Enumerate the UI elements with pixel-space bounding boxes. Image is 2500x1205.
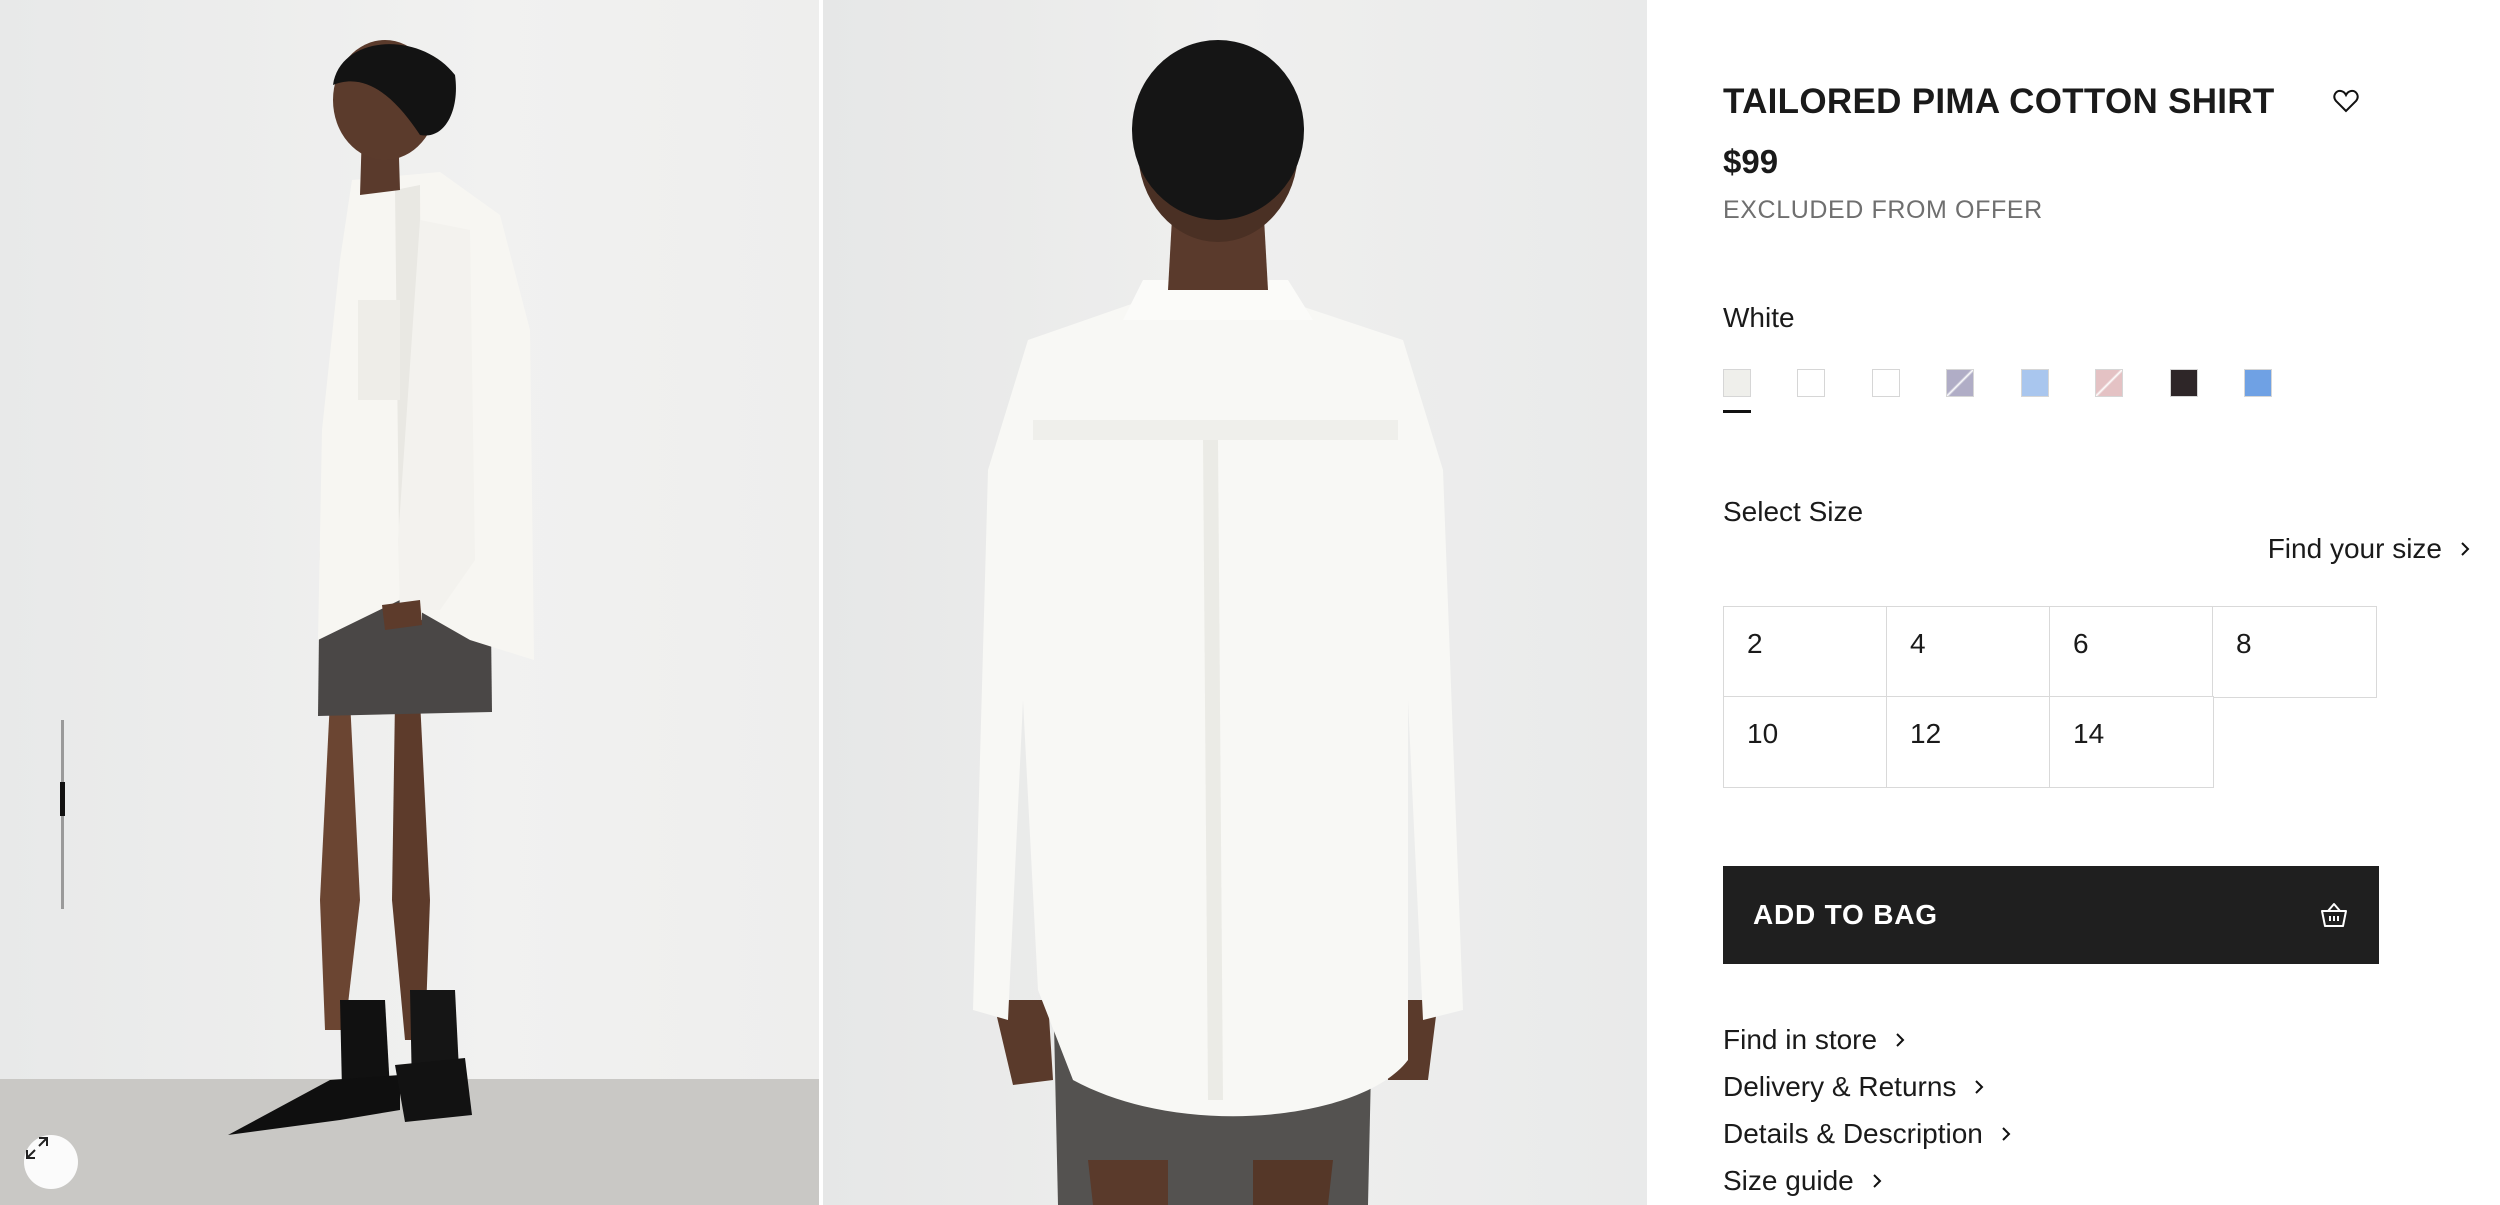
color-swatch-1[interactable] bbox=[1723, 369, 1751, 397]
find-in-store-link[interactable]: Find in store bbox=[1723, 1016, 2011, 1063]
product-info-links: Find in store Delivery & Returns Details… bbox=[1723, 1016, 2011, 1204]
color-swatch-8[interactable] bbox=[2244, 369, 2272, 397]
size-guide-link[interactable]: Size guide bbox=[1723, 1157, 2011, 1204]
find-your-size-label: Find your size bbox=[2267, 533, 2442, 564]
add-to-bag-label: ADD TO BAG bbox=[1753, 899, 1938, 930]
size-option-14[interactable]: 14 bbox=[2049, 696, 2214, 788]
chevron-right-icon bbox=[1975, 1079, 1984, 1094]
size-option-12[interactable]: 12 bbox=[1886, 696, 2051, 788]
selected-color-name: White bbox=[1723, 302, 1795, 333]
selected-swatch-indicator bbox=[1723, 410, 1751, 413]
wishlist-button[interactable] bbox=[2331, 86, 2361, 116]
color-swatch-4[interactable] bbox=[1946, 369, 1974, 397]
color-swatch-3[interactable] bbox=[1872, 369, 1900, 397]
delivery-returns-label: Delivery & Returns bbox=[1723, 1070, 1957, 1102]
size-option-2[interactable]: 2 bbox=[1723, 606, 1888, 698]
offer-exclusion-note: EXCLUDED FROM OFFER bbox=[1723, 196, 2043, 224]
product-details-panel: TAILORED PIMA COTTON SHIRT $99 EXCLUDED … bbox=[1647, 0, 2500, 1205]
add-to-bag-button[interactable]: ADD TO BAG bbox=[1723, 866, 2379, 964]
color-swatch-5[interactable] bbox=[2021, 369, 2049, 397]
shopping-basket-icon bbox=[2321, 903, 2347, 927]
chevron-right-icon bbox=[2461, 542, 2470, 556]
size-option-4[interactable]: 4 bbox=[1886, 606, 2051, 698]
chevron-right-icon bbox=[1873, 1173, 1882, 1188]
size-options-grid: 2 4 6 8 10 12 14 bbox=[1723, 606, 2379, 788]
color-swatch-6[interactable] bbox=[2095, 369, 2123, 397]
details-description-label: Details & Description bbox=[1723, 1117, 1983, 1149]
size-guide-label: Size guide bbox=[1723, 1164, 1854, 1196]
heart-icon bbox=[2333, 89, 2359, 113]
model-side-illustration bbox=[228, 40, 534, 1135]
size-option-8[interactable]: 8 bbox=[2212, 606, 2377, 698]
expand-icon bbox=[26, 1137, 48, 1159]
product-image-side[interactable] bbox=[0, 0, 819, 1205]
chevron-right-icon bbox=[2002, 1126, 2011, 1141]
select-size-label: Select Size bbox=[1723, 496, 1864, 527]
gallery-scroll-thumb[interactable] bbox=[60, 782, 65, 816]
product-price: $99 bbox=[1723, 143, 1779, 180]
color-swatch-2[interactable] bbox=[1797, 369, 1825, 397]
chevron-right-icon bbox=[1896, 1032, 1905, 1047]
model-back-illustration bbox=[973, 40, 1463, 1205]
product-title: TAILORED PIMA COTTON SHIRT bbox=[1723, 82, 2275, 121]
product-gallery bbox=[0, 0, 1647, 1205]
size-option-6[interactable]: 6 bbox=[2049, 606, 2214, 698]
color-swatch-7[interactable] bbox=[2170, 369, 2198, 397]
product-image-back[interactable] bbox=[823, 0, 1647, 1205]
size-option-10[interactable]: 10 bbox=[1723, 696, 1888, 788]
find-your-size-link[interactable]: Find your size bbox=[2268, 533, 2470, 565]
delivery-returns-link[interactable]: Delivery & Returns bbox=[1723, 1063, 2011, 1110]
find-in-store-label: Find in store bbox=[1723, 1023, 1878, 1055]
gallery-scroll-track[interactable] bbox=[60, 720, 65, 909]
details-description-link[interactable]: Details & Description bbox=[1723, 1110, 2011, 1157]
expand-button[interactable] bbox=[24, 1135, 78, 1189]
